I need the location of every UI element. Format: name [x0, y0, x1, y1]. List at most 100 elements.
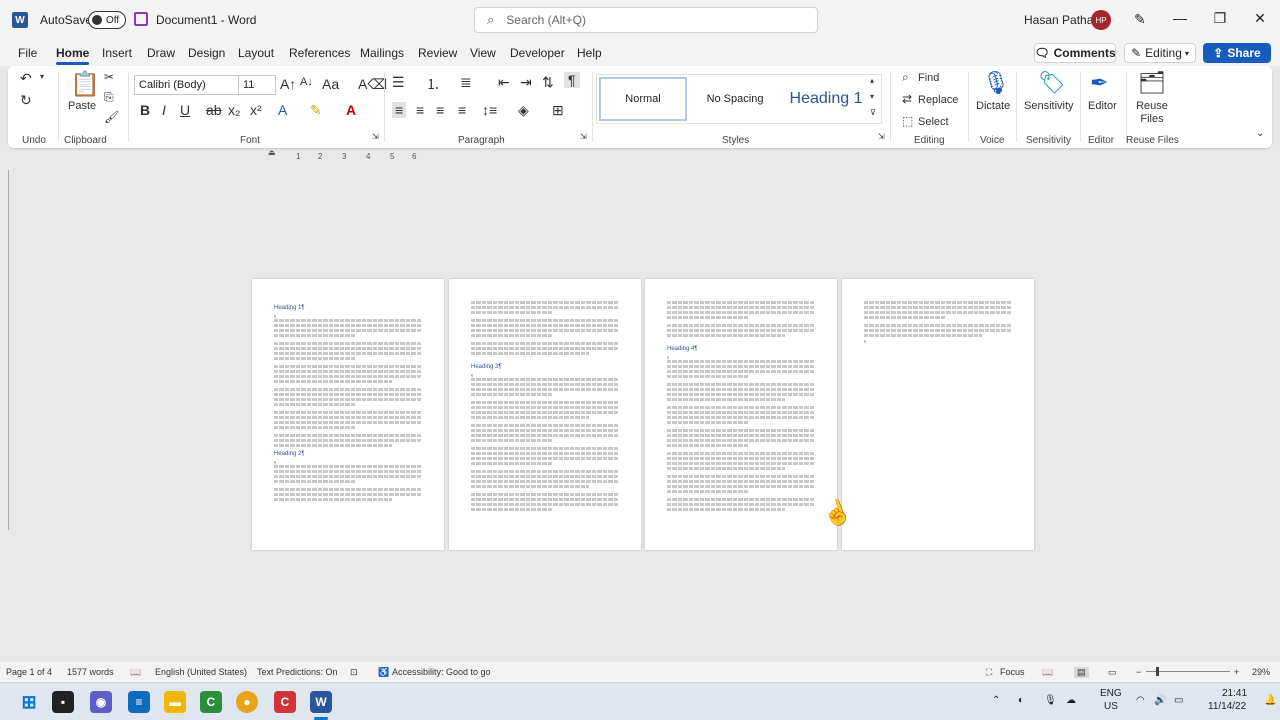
input-language[interactable]: ENG	[1100, 688, 1122, 699]
restore-icon[interactable]: ❐	[1210, 10, 1230, 27]
document-page[interactable]: Heading 3¶ ¶	[449, 279, 641, 550]
collapse-ribbon-icon[interactable]: ⌄	[1256, 128, 1264, 139]
style-normal[interactable]: Normal	[599, 77, 687, 121]
decrease-indent-icon[interactable]: ⇤	[498, 74, 510, 91]
select-label[interactable]: Select	[918, 116, 949, 128]
tab-file[interactable]: File	[18, 46, 37, 60]
reuse-files-button-label[interactable]: Reuse Files	[1134, 100, 1170, 126]
paragraph-dialog-launcher-icon[interactable]: ⇲	[580, 132, 587, 141]
sensitivity-icon[interactable]: 🏷	[1038, 70, 1066, 96]
find-icon[interactable]: ⌕	[902, 70, 909, 85]
align-left-icon[interactable]: ≡	[392, 102, 407, 118]
font-size-select[interactable]: 11	[238, 75, 276, 95]
macro-icon[interactable]: ⊡	[350, 667, 358, 678]
camtasia-recorder-icon[interactable]: C	[274, 691, 296, 713]
format-painter-icon[interactable]: 🖌	[104, 110, 119, 124]
notification-icon[interactable]: 🔔	[1264, 695, 1276, 706]
find-label[interactable]: Find	[918, 72, 939, 84]
sensitivity-button-label[interactable]: Sensitivity	[1024, 100, 1074, 112]
tab-references[interactable]: References	[289, 46, 350, 60]
undo-dropdown-icon[interactable]: ▾	[40, 72, 44, 81]
zoom-level[interactable]: 29%	[1252, 667, 1270, 677]
designer-pen-icon[interactable]: ✎	[1134, 11, 1146, 28]
autosave-toggle[interactable]: Off	[88, 11, 126, 29]
shading-icon[interactable]: ◈	[518, 102, 529, 119]
wifi-icon[interactable]: ◠	[1136, 695, 1145, 706]
font-dialog-launcher-icon[interactable]: ⇲	[372, 132, 379, 141]
align-center-icon[interactable]: ≡	[416, 102, 424, 118]
accessibility-icon[interactable]: ♿	[378, 667, 389, 678]
show-marks-icon[interactable]: ¶	[564, 72, 580, 88]
show-hidden-icons-icon[interactable]: ⌃	[992, 695, 1000, 706]
document-page[interactable]: Heading 4¶ ¶	[645, 279, 837, 550]
tab-design[interactable]: Design	[188, 46, 225, 60]
avatar[interactable]: HP	[1091, 10, 1111, 30]
increase-indent-icon[interactable]: ⇥	[520, 74, 532, 91]
notepad-icon[interactable]: ≡	[128, 691, 150, 713]
editor-button-label[interactable]: Editor	[1088, 100, 1117, 112]
user-name[interactable]: Hasan Pathan	[1024, 13, 1100, 27]
dictate-label[interactable]: Dictate	[976, 100, 1010, 112]
volume-icon[interactable]: 🔊	[1154, 695, 1166, 706]
zoom-out-icon[interactable]: −	[1136, 667, 1141, 677]
tab-help[interactable]: Help	[577, 46, 602, 60]
file-explorer-icon[interactable]: ▬	[164, 691, 186, 713]
styles-scroll-down-icon[interactable]: ▾	[870, 92, 874, 101]
sort-icon[interactable]: ⇅	[542, 74, 554, 91]
change-case-icon[interactable]: Aa	[322, 76, 339, 92]
chrome-icon[interactable]: ●	[236, 691, 258, 713]
zoom-in-icon[interactable]: +	[1234, 667, 1239, 677]
reuse-files-icon[interactable]: 🗂	[1138, 70, 1166, 96]
underline-icon[interactable]: U	[180, 102, 190, 118]
shrink-font-icon[interactable]: A↓	[300, 76, 313, 88]
borders-icon[interactable]: ⊞	[552, 102, 564, 119]
replace-label[interactable]: Replace	[918, 94, 958, 106]
page-count[interactable]: Page 1 of 4	[6, 667, 52, 677]
security-icon[interactable]: ◐	[1018, 695, 1024, 706]
numbering-icon[interactable]: ⒈	[426, 74, 440, 94]
indent-marker-icon[interactable]: ⏏	[268, 148, 276, 157]
copy-icon[interactable]: ⎘	[104, 90, 114, 105]
superscript-icon[interactable]: x²	[250, 102, 262, 118]
clear-formatting-icon[interactable]: A⌫	[358, 76, 387, 93]
comments-button[interactable]: 🗨 Comments	[1034, 43, 1116, 63]
text-effects-icon[interactable]: A	[278, 102, 287, 118]
minimize-icon[interactable]: —	[1170, 10, 1190, 26]
web-layout-icon[interactable]: ▭	[1108, 667, 1117, 678]
highlight-icon[interactable]: ✎	[310, 102, 322, 119]
justify-icon[interactable]: ≡	[458, 102, 466, 118]
chat-icon[interactable]: ◉	[90, 691, 112, 713]
style-heading-1[interactable]: Heading 1	[783, 77, 869, 121]
tab-developer[interactable]: Developer	[510, 46, 565, 60]
save-icon[interactable]	[134, 12, 148, 26]
styles-more-icon[interactable]: ⊽	[870, 108, 876, 117]
redo-icon[interactable]: ↻	[20, 92, 32, 109]
document-title[interactable]: Document1 - Word	[156, 13, 256, 27]
tab-layout[interactable]: Layout	[238, 46, 274, 60]
paste-label[interactable]: Paste	[68, 100, 96, 112]
focus-icon[interactable]: ⛶	[986, 667, 992, 678]
accessibility-status[interactable]: Accessibility: Good to go	[392, 667, 491, 677]
subscript-icon[interactable]: x₂	[228, 102, 240, 118]
bold-icon[interactable]: B	[140, 102, 150, 118]
tab-insert[interactable]: Insert	[102, 46, 132, 60]
multilevel-list-icon[interactable]: ≣	[460, 74, 472, 91]
editing-mode-button[interactable]: ✎ Editing ▾	[1124, 43, 1196, 63]
styles-dialog-launcher-icon[interactable]: ⇲	[878, 132, 885, 141]
text-predictions-status[interactable]: Text Predictions: On	[257, 667, 338, 677]
word-count[interactable]: 1577 words	[67, 667, 114, 677]
replace-icon[interactable]: ⇄	[902, 92, 912, 106]
tab-view[interactable]: View	[470, 46, 496, 60]
task-view-icon[interactable]: ▪	[52, 691, 74, 713]
grow-font-icon[interactable]: A↑	[280, 76, 296, 92]
focus-button[interactable]: Focus	[1000, 667, 1025, 677]
microphone-tray-icon[interactable]: 🎙	[1044, 695, 1057, 706]
print-layout-icon[interactable]: ▤	[1074, 667, 1089, 678]
strikethrough-icon[interactable]: ab	[206, 102, 222, 118]
cloud-icon[interactable]: ☁	[1066, 695, 1076, 706]
styles-scroll-up-icon[interactable]: ▴	[870, 76, 874, 85]
input-region[interactable]: US	[1104, 701, 1118, 712]
microphone-icon[interactable]: 🎙	[982, 70, 1010, 96]
share-button[interactable]: ⇪ Share	[1203, 43, 1271, 63]
proofing-icon[interactable]: 📖	[130, 667, 141, 678]
